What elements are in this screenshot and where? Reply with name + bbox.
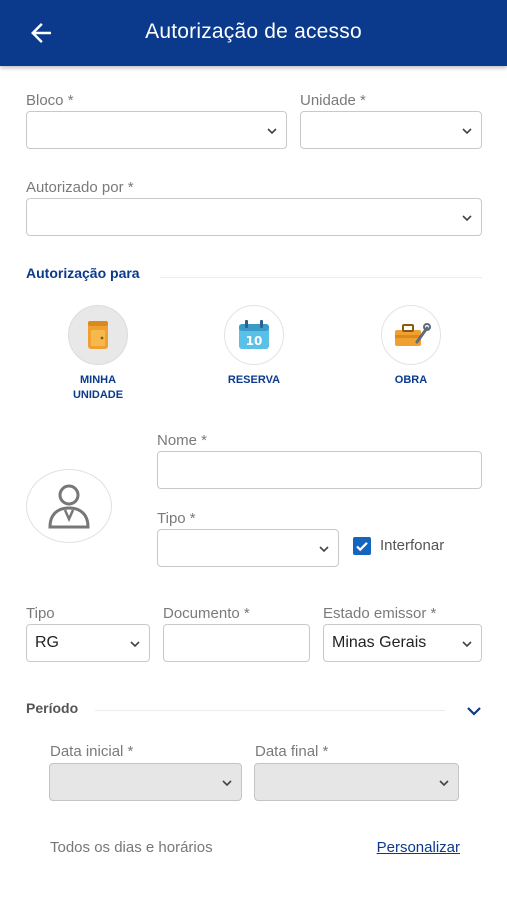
autorizacao-section-title: Autorização para	[26, 265, 140, 281]
option-reserva[interactable]: 10 RESERVA	[194, 305, 314, 388]
checkmark-icon	[356, 542, 368, 552]
unidade-label: Unidade *	[300, 92, 366, 109]
todos-dias-text: Todos os dias e horários	[50, 839, 213, 856]
chevron-down-icon	[439, 780, 449, 787]
data-final-label: Data final *	[255, 743, 329, 760]
estado-emissor-value: Minas Gerais	[332, 634, 427, 651]
toolbox-icon	[395, 323, 431, 346]
option-icon-circle	[381, 305, 441, 365]
page-title: Autorização de acesso	[145, 20, 362, 43]
pessoa-tipo-label: Tipo *	[157, 510, 196, 527]
nome-label: Nome *	[157, 432, 208, 449]
option-obra[interactable]: OBRA	[351, 305, 471, 388]
option-label: RESERVA	[227, 374, 281, 386]
data-final-select[interactable]	[254, 763, 459, 801]
door-icon	[88, 321, 108, 349]
nome-input[interactable]	[157, 451, 482, 489]
option-minha-unidade[interactable]: MINHA UNIDADE	[38, 305, 158, 403]
pessoa-tipo-select[interactable]	[157, 529, 339, 567]
data-inicial-label: Data inicial *	[50, 743, 134, 760]
calendar-icon: 10	[239, 320, 269, 349]
avatar[interactable]	[26, 469, 112, 543]
documento-tipo-value: RG	[35, 634, 59, 651]
chevron-down-icon[interactable]	[466, 705, 482, 717]
chevron-down-icon	[462, 128, 472, 135]
divider	[95, 710, 445, 711]
chevron-down-icon	[462, 641, 472, 648]
documento-label: Documento *	[163, 605, 250, 622]
divider	[160, 277, 482, 278]
autorizado-por-select[interactable]	[26, 198, 482, 236]
chevron-down-icon	[462, 215, 472, 222]
chevron-down-icon	[267, 128, 277, 135]
bloco-select[interactable]	[26, 111, 287, 149]
chevron-down-icon	[130, 641, 140, 648]
chevron-down-icon	[222, 780, 232, 787]
autorizado-por-label: Autorizado por *	[26, 179, 134, 196]
app-bar: Autorização de acesso	[0, 0, 507, 66]
documento-input[interactable]	[163, 624, 310, 662]
unidade-select[interactable]	[300, 111, 482, 149]
option-label: OBRA	[394, 374, 428, 386]
option-label: MINHA UNIDADE	[72, 374, 124, 401]
periodo-section-title: Período	[26, 700, 79, 716]
estado-emissor-label: Estado emissor *	[323, 605, 437, 622]
option-icon-circle: 10	[224, 305, 284, 365]
documento-tipo-select[interactable]: RG	[26, 624, 150, 662]
calendar-day: 10	[246, 334, 263, 348]
estado-emissor-select[interactable]: Minas Gerais	[323, 624, 482, 662]
interfonar-checkbox[interactable]	[353, 537, 371, 555]
interfonar-label[interactable]: Interfonar	[380, 537, 444, 554]
person-icon	[48, 484, 90, 529]
bloco-label: Bloco *	[26, 92, 74, 109]
data-inicial-select[interactable]	[49, 763, 242, 801]
option-icon-circle	[68, 305, 128, 365]
documento-tipo-label: Tipo	[26, 605, 55, 622]
chevron-down-icon	[319, 546, 329, 553]
personalizar-link[interactable]: Personalizar	[377, 839, 460, 856]
